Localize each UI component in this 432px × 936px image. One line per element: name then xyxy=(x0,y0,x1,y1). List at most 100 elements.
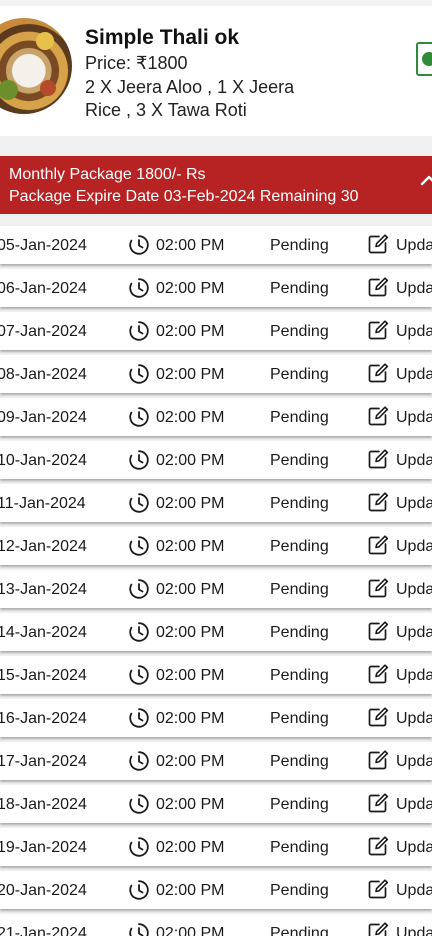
update-button[interactable]: Upda xyxy=(396,624,432,642)
clock-icon xyxy=(129,579,149,599)
schedule-date: 21-Jan-2024 xyxy=(0,925,87,936)
veg-indicator-icon xyxy=(416,42,432,76)
schedule-date: 11-Jan-2024 xyxy=(0,495,86,512)
update-button[interactable]: Upda xyxy=(396,667,432,685)
thali-image xyxy=(0,18,72,114)
schedule-row: 16-Jan-2024 02:00 PM Pending Upda xyxy=(0,699,432,737)
package-title: Monthly Package 1800/- Rs xyxy=(9,166,206,183)
update-button[interactable]: Upda xyxy=(396,452,432,470)
update-button[interactable]: Upda xyxy=(396,409,432,427)
edit-icon[interactable] xyxy=(367,362,389,384)
clock-icon xyxy=(129,880,149,900)
edit-icon[interactable] xyxy=(367,276,389,298)
update-button[interactable]: Upda xyxy=(396,796,432,814)
clock-icon xyxy=(129,278,149,298)
update-button[interactable]: Upda xyxy=(396,237,432,255)
schedule-row: 20-Jan-2024 02:00 PM Pending Upda xyxy=(0,871,432,909)
edit-icon[interactable] xyxy=(367,921,389,936)
schedule-status: Pending xyxy=(270,323,329,340)
edit-icon[interactable] xyxy=(367,577,389,599)
edit-icon[interactable] xyxy=(367,835,389,857)
schedule-time: 02:00 PM xyxy=(156,710,225,727)
edit-icon[interactable] xyxy=(367,405,389,427)
schedule-time: 02:00 PM xyxy=(156,882,225,899)
schedule-time: 02:00 PM xyxy=(156,624,225,641)
schedule-row: 17-Jan-2024 02:00 PM Pending Upda xyxy=(0,742,432,780)
schedule-status: Pending xyxy=(270,452,329,469)
schedule-row: 14-Jan-2024 02:00 PM Pending Upda xyxy=(0,613,432,651)
edit-icon[interactable] xyxy=(367,749,389,771)
schedule-row: 11-Jan-2024 02:00 PM Pending Upda xyxy=(0,484,432,522)
clock-icon xyxy=(129,708,149,728)
schedule-row: 15-Jan-2024 02:00 PM Pending Upda xyxy=(0,656,432,694)
schedule-time: 02:00 PM xyxy=(156,495,225,512)
clock-icon xyxy=(129,493,149,513)
update-button[interactable]: Upda xyxy=(396,581,432,599)
schedule-time: 02:00 PM xyxy=(156,366,225,383)
schedule-time: 02:00 PM xyxy=(156,237,225,254)
schedule-row: 05-Jan-2024 02:00 PM Pending Upda xyxy=(0,226,432,264)
update-button[interactable]: Upda xyxy=(396,925,432,936)
clock-icon xyxy=(129,622,149,642)
edit-icon[interactable] xyxy=(367,792,389,814)
schedule-time: 02:00 PM xyxy=(156,753,225,770)
product-name: Simple Thali ok xyxy=(85,26,240,49)
schedule-date: 08-Jan-2024 xyxy=(0,366,87,383)
update-button[interactable]: Upda xyxy=(396,495,432,513)
edit-icon[interactable] xyxy=(367,706,389,728)
chevron-up-icon[interactable] xyxy=(420,172,432,190)
clock-icon xyxy=(129,665,149,685)
schedule-date: 16-Jan-2024 xyxy=(0,710,87,727)
schedule-time: 02:00 PM xyxy=(156,409,225,426)
schedule-status: Pending xyxy=(270,882,329,899)
edit-icon[interactable] xyxy=(367,620,389,642)
clock-icon xyxy=(129,450,149,470)
schedule-status: Pending xyxy=(270,366,329,383)
update-button[interactable]: Upda xyxy=(396,280,432,298)
schedule-row: 21-Jan-2024 02:00 PM Pending Upda xyxy=(0,914,432,936)
schedule-status: Pending xyxy=(270,538,329,555)
product-card[interactable]: Simple Thali ok Price: ₹1800 2 X Jeera A… xyxy=(0,6,432,136)
clock-icon xyxy=(129,923,149,936)
update-button[interactable]: Upda xyxy=(396,753,432,771)
schedule-row: 18-Jan-2024 02:00 PM Pending Upda xyxy=(0,785,432,823)
edit-icon[interactable] xyxy=(367,491,389,513)
schedule-date: 13-Jan-2024 xyxy=(0,581,87,598)
schedule-date: 18-Jan-2024 xyxy=(0,796,87,813)
schedule-row: 12-Jan-2024 02:00 PM Pending Upda xyxy=(0,527,432,565)
schedule-date: 14-Jan-2024 xyxy=(0,624,87,641)
edit-icon[interactable] xyxy=(367,319,389,341)
clock-icon xyxy=(129,536,149,556)
schedule-row: 06-Jan-2024 02:00 PM Pending Upda xyxy=(0,269,432,307)
schedule-time: 02:00 PM xyxy=(156,925,225,936)
schedule-time: 02:00 PM xyxy=(156,280,225,297)
product-price: Price: ₹1800 xyxy=(85,53,188,73)
schedule-date: 06-Jan-2024 xyxy=(0,280,87,297)
schedule-status: Pending xyxy=(270,237,329,254)
update-button[interactable]: Upda xyxy=(396,538,432,556)
edit-icon[interactable] xyxy=(367,663,389,685)
schedule-status: Pending xyxy=(270,839,329,856)
product-items: 2 X Jeera Aloo , 1 X Jeera Rice , 3 X Ta… xyxy=(85,77,295,120)
clock-icon xyxy=(129,794,149,814)
update-button[interactable]: Upda xyxy=(396,710,432,728)
edit-icon[interactable] xyxy=(367,233,389,255)
schedule-row: 10-Jan-2024 02:00 PM Pending Upda xyxy=(0,441,432,479)
edit-icon[interactable] xyxy=(367,448,389,470)
schedule-date: 10-Jan-2024 xyxy=(0,452,87,469)
update-button[interactable]: Upda xyxy=(396,323,432,341)
edit-icon[interactable] xyxy=(367,878,389,900)
update-button[interactable]: Upda xyxy=(396,882,432,900)
schedule-row: 07-Jan-2024 02:00 PM Pending Upda xyxy=(0,312,432,350)
schedule-status: Pending xyxy=(270,753,329,770)
schedule-row: 13-Jan-2024 02:00 PM Pending Upda xyxy=(0,570,432,608)
update-button[interactable]: Upda xyxy=(396,839,432,857)
schedule-date: 17-Jan-2024 xyxy=(0,753,87,770)
edit-icon[interactable] xyxy=(367,534,389,556)
package-banner[interactable]: Monthly Package 1800/- Rs Package Expire… xyxy=(0,156,432,214)
schedule-time: 02:00 PM xyxy=(156,581,225,598)
update-button[interactable]: Upda xyxy=(396,366,432,384)
schedule-status: Pending xyxy=(270,796,329,813)
schedule-date: 15-Jan-2024 xyxy=(0,667,87,684)
schedule-time: 02:00 PM xyxy=(156,667,225,684)
